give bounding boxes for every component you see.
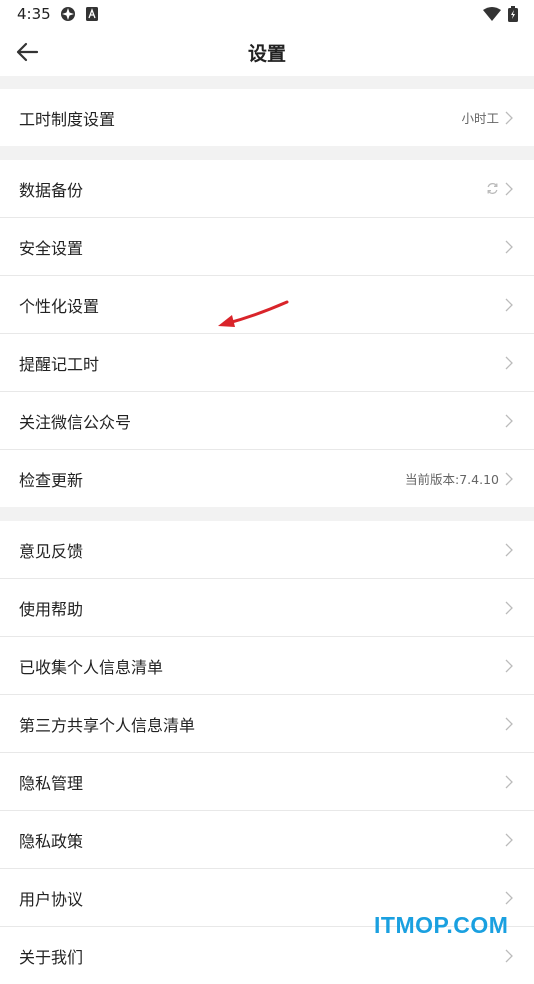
- chevron-right-icon: [505, 414, 513, 427]
- chevron-right-icon: [505, 891, 513, 904]
- privacy-policy-row[interactable]: 隐私政策: [0, 811, 534, 869]
- row-label: 提醒记工时: [19, 354, 100, 374]
- settings-group-work: 工时制度设置 小时工: [0, 89, 534, 146]
- row-label: 关注微信公众号: [19, 412, 132, 432]
- battery-icon: [508, 6, 518, 26]
- third-party-shared-info-row[interactable]: 第三方共享个人信息清单: [0, 695, 534, 753]
- watermark: ITMOP.COM: [374, 912, 509, 938]
- chevron-right-icon: [505, 240, 513, 253]
- row-label: 第三方共享个人信息清单: [19, 715, 196, 735]
- wifi-icon: [483, 6, 501, 25]
- chevron-right-icon: [505, 543, 513, 556]
- work-hour-system-value: 小时工: [461, 111, 499, 126]
- chevron-right-icon: [505, 949, 513, 962]
- row-label: 关于我们: [19, 947, 84, 967]
- app-notification-icon: [59, 6, 77, 26]
- row-label: 个性化设置: [19, 296, 100, 316]
- row-label: 数据备份: [19, 180, 84, 200]
- chevron-right-icon: [505, 356, 513, 369]
- help-row[interactable]: 使用帮助: [0, 579, 534, 637]
- row-label: 隐私政策: [19, 831, 84, 851]
- work-hour-reminder-row[interactable]: 提醒记工时: [0, 334, 534, 392]
- follow-wechat-account-row[interactable]: 关注微信公众号: [0, 392, 534, 450]
- security-settings-row[interactable]: 安全设置: [0, 218, 534, 276]
- current-version-value: 当前版本:7.4.10: [405, 472, 499, 487]
- chevron-right-icon: [505, 298, 513, 311]
- chevron-right-icon: [505, 182, 513, 195]
- status-time: 4:35: [17, 5, 51, 23]
- row-label: 意见反馈: [19, 541, 84, 561]
- app-bar: 设置: [0, 28, 534, 76]
- row-label: 安全设置: [19, 238, 84, 258]
- settings-group-general: 数据备份 安全设置 个性化设置 提醒记工时 关注微信公众号 检查更新 当前版本:…: [0, 160, 534, 507]
- chevron-right-icon: [505, 775, 513, 788]
- status-bar: 4:35: [0, 0, 534, 28]
- chevron-right-icon: [505, 659, 513, 672]
- chevron-right-icon: [505, 111, 513, 124]
- work-hour-system-setting-row[interactable]: 工时制度设置 小时工: [0, 89, 534, 146]
- row-label: 工时制度设置: [19, 109, 116, 129]
- chevron-right-icon: [505, 472, 513, 485]
- row-label: 隐私管理: [19, 773, 84, 793]
- collected-personal-info-row[interactable]: 已收集个人信息清单: [0, 637, 534, 695]
- chevron-right-icon: [505, 833, 513, 846]
- row-label: 用户协议: [19, 889, 84, 909]
- feedback-row[interactable]: 意见反馈: [0, 521, 534, 579]
- row-label: 已收集个人信息清单: [19, 657, 164, 677]
- check-update-row[interactable]: 检查更新 当前版本:7.4.10: [0, 450, 534, 507]
- data-backup-row[interactable]: 数据备份: [0, 160, 534, 218]
- font-icon: [86, 6, 98, 25]
- chevron-right-icon: [505, 717, 513, 730]
- row-label: 检查更新: [19, 470, 84, 490]
- chevron-right-icon: [505, 601, 513, 614]
- page-title: 设置: [247, 43, 286, 65]
- annotation-arrow-icon: [218, 300, 289, 327]
- privacy-management-row[interactable]: 隐私管理: [0, 753, 534, 811]
- row-label: 使用帮助: [19, 599, 84, 619]
- sync-icon: [487, 183, 498, 194]
